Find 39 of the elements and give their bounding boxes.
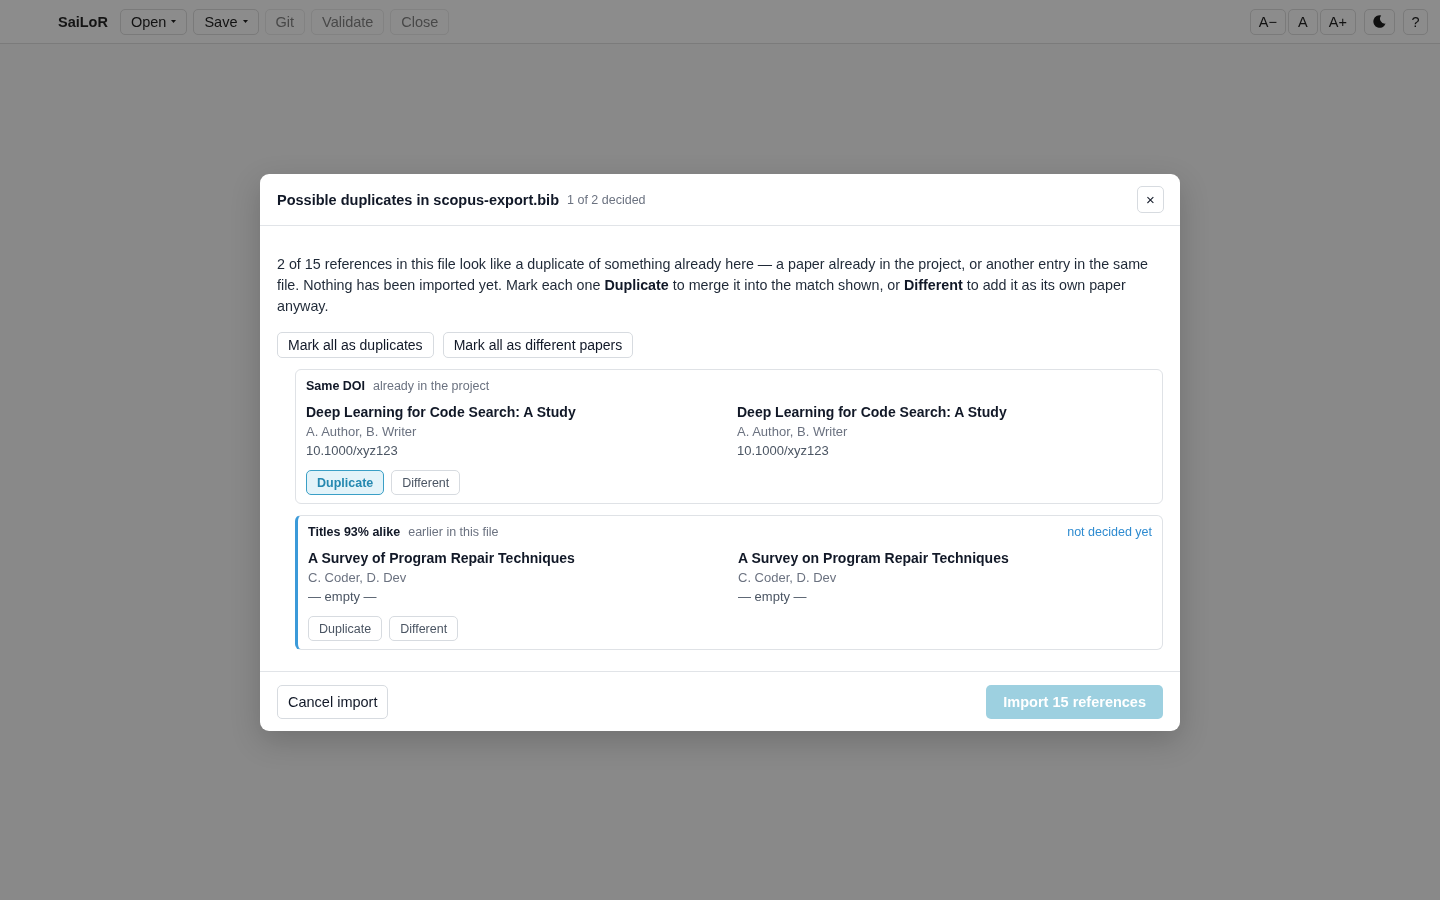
bulk-action-button[interactable]: Mark all as different papers (442, 332, 634, 358)
match-source: earlier in this file (408, 524, 499, 541)
decision-status: not decided yet (1067, 524, 1152, 541)
app-logo-text: SaiLoR (58, 13, 108, 30)
toolbar-button[interactable]: Save (193, 8, 259, 35)
bulk-action-button[interactable]: Mark all as duplicates (277, 332, 434, 358)
dialog-title: Possible duplicates in scopus-export.bib (277, 191, 559, 208)
paper-doi: 10.1000/xyz123 (737, 442, 829, 460)
paper-title: Deep Learning for Code Search: A Study (737, 403, 1007, 422)
paper-title: A Survey on Program Repair Techniques (738, 549, 1009, 568)
caret-icon (242, 20, 248, 23)
paper-authors: C. Coder, D. Dev (308, 569, 407, 587)
toolbar-button[interactable]: Open (119, 8, 188, 35)
caret-icon (171, 20, 177, 23)
decision-button[interactable]: Duplicate (306, 470, 385, 495)
paper-authors: A. Author, B. Writer (306, 423, 417, 441)
paper-doi: — empty — (738, 588, 807, 606)
font-size-button[interactable]: A+ (1319, 8, 1356, 35)
moon-icon (1373, 15, 1386, 28)
match-reason: Titles 93% alike (308, 524, 401, 541)
cancel-import-button[interactable]: Cancel import (277, 684, 389, 719)
paper-title: A Survey of Program Repair Techniques (308, 549, 575, 568)
help-button[interactable]: ? (1403, 8, 1428, 35)
theme-toggle-button[interactable] (1364, 8, 1395, 35)
paper-doi: 10.1000/xyz123 (306, 442, 398, 460)
paper-title: Deep Learning for Code Search: A Study (306, 403, 576, 422)
decision-button[interactable]: Duplicate (308, 616, 383, 641)
decision-button[interactable]: Different (391, 470, 461, 495)
decided-count-text: 1 of 2 decided (567, 192, 646, 207)
font-size-button[interactable]: A (1287, 8, 1318, 35)
paper-authors: C. Coder, D. Dev (738, 569, 837, 587)
match-source: already in the project (373, 378, 490, 395)
paper-doi: — empty — (308, 588, 377, 606)
decision-button[interactable]: Different (389, 616, 459, 641)
intro-paragraph: 2 of 15 references in this file look like a duplicate of something already here — a paper already in the project, or another entry in the same file. Nothing has been imported yet. Mark each one Duplicate to merge it into the match shown, or Different to add it as its own paper anyway. (277, 255, 1149, 316)
paper-authors: A. Author, B. Writer (737, 423, 848, 441)
match-reason: Same DOI (306, 378, 366, 395)
font-size-button[interactable]: A− (1249, 8, 1286, 35)
close-button[interactable]: × (1137, 186, 1164, 213)
